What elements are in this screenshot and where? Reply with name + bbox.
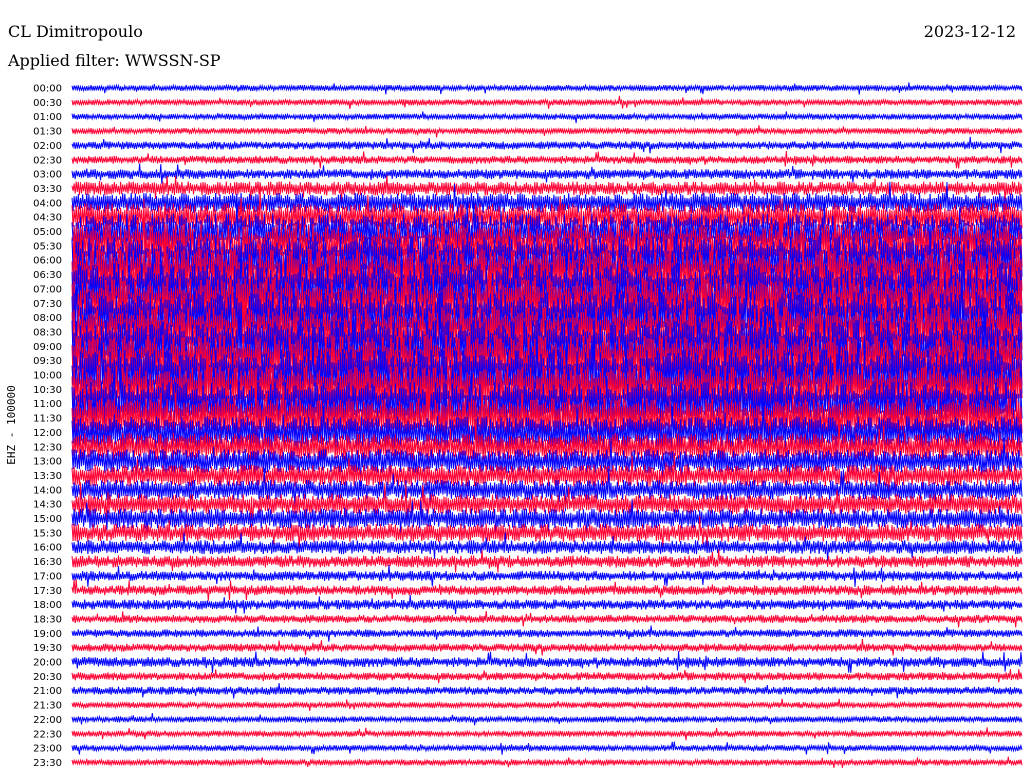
trace-row — [71, 698, 1023, 711]
row-label: 04:30 — [33, 213, 62, 224]
trace-row — [71, 163, 1023, 184]
chart-title: CL Dimitropoulo — [8, 22, 143, 41]
row-label: 12:30 — [33, 442, 62, 453]
row-label: 00:00 — [33, 84, 62, 95]
row-label: 23:30 — [33, 758, 62, 769]
row-label: 03:30 — [33, 184, 62, 195]
row-label: 03:00 — [33, 170, 62, 181]
trace-row — [71, 82, 1023, 95]
row-label: 07:30 — [33, 299, 62, 310]
row-label: 20:00 — [33, 658, 62, 669]
row-label: 12:00 — [33, 428, 62, 439]
row-label: 09:30 — [33, 356, 62, 367]
row-label: 21:00 — [33, 686, 62, 697]
row-label: 06:00 — [33, 256, 62, 267]
row-label: 02:00 — [33, 141, 62, 152]
row-label: 05:00 — [33, 227, 62, 238]
row-label: 10:30 — [33, 385, 62, 396]
row-label: 14:30 — [33, 500, 62, 511]
row-label: 19:00 — [33, 629, 62, 640]
row-label: 02:30 — [33, 155, 62, 166]
row-label: 16:00 — [33, 543, 62, 554]
row-label: 05:30 — [33, 241, 62, 252]
row-label: 08:00 — [33, 313, 62, 324]
y-axis-label: EHZ - 100000 — [5, 385, 18, 464]
trace-row — [71, 713, 1023, 726]
trace-row — [71, 638, 1023, 656]
chart-subtitle: Applied filter: WWSSN-SP — [7, 51, 221, 70]
row-label: 17:30 — [33, 586, 62, 597]
row-label: 19:30 — [33, 643, 62, 654]
row-label: 20:30 — [33, 672, 62, 683]
row-label: 22:30 — [33, 729, 62, 740]
row-label: 22:00 — [33, 715, 62, 726]
trace-row — [71, 579, 1023, 601]
row-time-labels: 00:00 00:30 01:00 01:30 02:00 02:30 03:00 03:30… — [33, 84, 62, 769]
row-label: 15:30 — [33, 528, 62, 539]
row-label: 08:30 — [33, 327, 62, 338]
row-label: 15:00 — [33, 514, 62, 525]
row-label: 01:00 — [33, 112, 62, 123]
trace-rows — [71, 82, 1023, 768]
trace-row — [71, 594, 1023, 615]
row-label: 13:00 — [33, 457, 62, 468]
trace-row — [71, 565, 1023, 587]
row-label: 11:00 — [33, 399, 62, 410]
trace-row — [71, 125, 1023, 138]
row-label: 09:00 — [33, 342, 62, 353]
row-label: 11:30 — [33, 414, 62, 425]
trace-row — [71, 95, 1023, 109]
row-label: 17:00 — [33, 571, 62, 582]
trace-row — [71, 611, 1023, 628]
row-label: 10:00 — [33, 371, 62, 382]
row-label: 16:30 — [33, 557, 62, 568]
row-label: 18:00 — [33, 600, 62, 611]
trace-row — [71, 150, 1023, 169]
trace-row — [71, 756, 1023, 768]
trace-row — [71, 136, 1023, 154]
row-label: 00:30 — [33, 98, 62, 109]
trace-row — [71, 727, 1023, 741]
row-label: 14:00 — [33, 485, 62, 496]
trace-row — [71, 683, 1023, 699]
chart-date: 2023-12-12 — [924, 22, 1016, 41]
row-label: 06:30 — [33, 270, 62, 281]
trace-row — [71, 741, 1023, 755]
trace-row — [71, 651, 1023, 673]
row-label: 01:30 — [33, 127, 62, 138]
row-label: 18:30 — [33, 614, 62, 625]
row-label: 23:00 — [33, 744, 62, 755]
trace-row — [71, 669, 1023, 684]
row-label: 04:00 — [33, 198, 62, 209]
row-label: 13:30 — [33, 471, 62, 482]
helicorder-plot: CL Dimitropoulo Applied filter: WWSSN-SP… — [5, 22, 1023, 769]
trace-row — [71, 625, 1023, 642]
trace-row — [71, 111, 1023, 124]
row-label: 21:30 — [33, 701, 62, 712]
row-label: 07:00 — [33, 284, 62, 295]
